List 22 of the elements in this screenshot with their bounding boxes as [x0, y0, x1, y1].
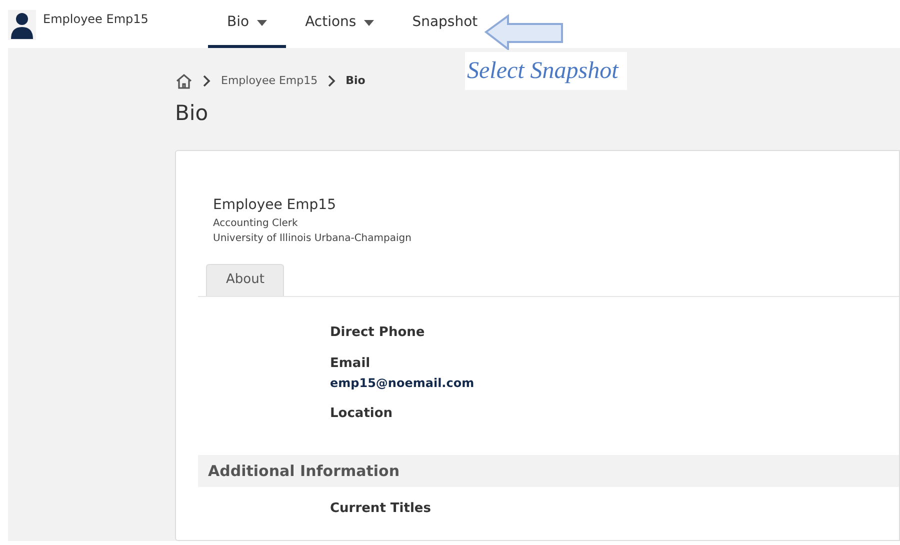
breadcrumb-item: Bio: [346, 72, 366, 89]
field-label: Current Titles: [330, 500, 432, 518]
field-label: Email: [330, 355, 372, 373]
callout-label: Select Snapshot: [465, 52, 627, 90]
user-name: Employee Emp15: [43, 11, 148, 28]
arrow-left-icon: [484, 14, 566, 50]
page-title: Bio: [175, 100, 210, 127]
chevron-right-icon: [203, 75, 211, 87]
field-label: Location: [330, 404, 394, 422]
profile-title: Accounting Clerk: [213, 216, 299, 230]
chevron-right-icon: [328, 75, 336, 87]
section-header: Additional Information: [198, 455, 899, 487]
profile-organization: University of Illinois Urbana-Champaign: [213, 232, 412, 246]
field-label: Direct Phone: [330, 324, 426, 342]
breadcrumb-item[interactable]: Employee Emp15: [221, 72, 318, 90]
profile-name: Employee Emp15: [213, 196, 337, 214]
about-tab[interactable]: About: [206, 264, 284, 296]
nav-tab[interactable]: Actions: [286, 0, 394, 48]
nav-tab[interactable]: Snapshot: [393, 0, 480, 48]
home-icon[interactable]: [175, 73, 193, 89]
user-avatar-icon: [8, 10, 36, 40]
field-value: emp15@noemail.com: [330, 374, 476, 392]
